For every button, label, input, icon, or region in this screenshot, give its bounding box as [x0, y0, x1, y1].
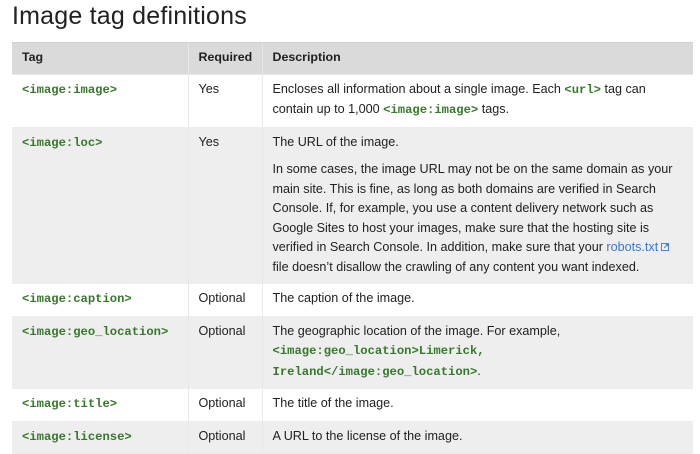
- required-cell: Yes: [187, 127, 262, 284]
- robots-txt-link[interactable]: robots.txt: [606, 240, 658, 254]
- required-cell: Optional: [187, 283, 262, 317]
- table-row-license: <image:license> Optional A URL to the li…: [12, 421, 693, 454]
- image-tag-definitions-table: Tag Required Description <image:image> Y…: [12, 42, 693, 454]
- tag-cell: <image:image>: [12, 74, 188, 128]
- tag-name: <image:image>: [22, 82, 118, 97]
- description-paragraph: In some cases, the image URL may not be …: [273, 160, 684, 277]
- description-cell: The caption of the image.: [261, 283, 693, 317]
- description-cell: Encloses all information about a single …: [261, 74, 693, 128]
- inline-code: <image:image>: [383, 103, 479, 117]
- table-row-caption: <image:caption> Optional The caption of …: [12, 283, 693, 317]
- tag-cell: <image:title>: [12, 388, 188, 422]
- description-paragraph: The URL of the image.: [272, 134, 399, 149]
- description-text: tags.: [478, 102, 510, 116]
- tag-cell: <image:loc>: [12, 127, 188, 284]
- table-header-row: Tag Required Description: [12, 42, 693, 75]
- required-cell: Optional: [187, 316, 262, 389]
- tag-name: <image:title>: [22, 397, 118, 411]
- description-cell: The URL of the image. In some cases, the…: [261, 127, 693, 284]
- description-text: .: [477, 363, 481, 378]
- page-title: Image tag definitions: [12, 2, 247, 30]
- external-link-icon[interactable]: [661, 243, 670, 251]
- column-header-required: Required: [187, 42, 262, 75]
- description-cell: The geographic location of the image. Fo…: [261, 316, 693, 389]
- required-cell: Optional: [187, 388, 262, 422]
- description-text: The geographic location of the image. Fo…: [272, 323, 561, 338]
- tag-cell: <image:license>: [12, 421, 188, 454]
- column-header-description: Description: [261, 42, 693, 75]
- tag-name: <image:caption>: [22, 292, 132, 306]
- table-row-title: <image:title> Optional The title of the …: [12, 388, 693, 422]
- inline-code: <url>: [564, 82, 601, 97]
- table-row-loc: <image:loc> Yes The URL of the image. In…: [12, 127, 693, 284]
- description-cell: A URL to the license of the image.: [261, 421, 693, 454]
- required-cell: Yes: [187, 74, 262, 128]
- tag-cell: <image:caption>: [12, 283, 188, 317]
- table-row-geo-location: <image:geo_location> Optional The geogra…: [12, 316, 693, 389]
- table-row-image: <image:image> Yes Encloses all informati…: [12, 74, 693, 128]
- tag-cell: <image:geo_location>: [12, 316, 188, 389]
- description-text: file doesn’t disallow the crawling of an…: [272, 259, 640, 274]
- description-text: Encloses all information about a single …: [272, 81, 565, 96]
- column-header-tag: Tag: [12, 42, 188, 75]
- tag-name: <image:geo_location>: [22, 324, 169, 339]
- required-cell: Optional: [187, 421, 262, 454]
- inline-code: <image:geo_location>Limerick, Ireland</i…: [272, 344, 485, 379]
- description-cell: The title of the image.: [261, 388, 693, 422]
- tag-name: <image:loc>: [22, 135, 103, 150]
